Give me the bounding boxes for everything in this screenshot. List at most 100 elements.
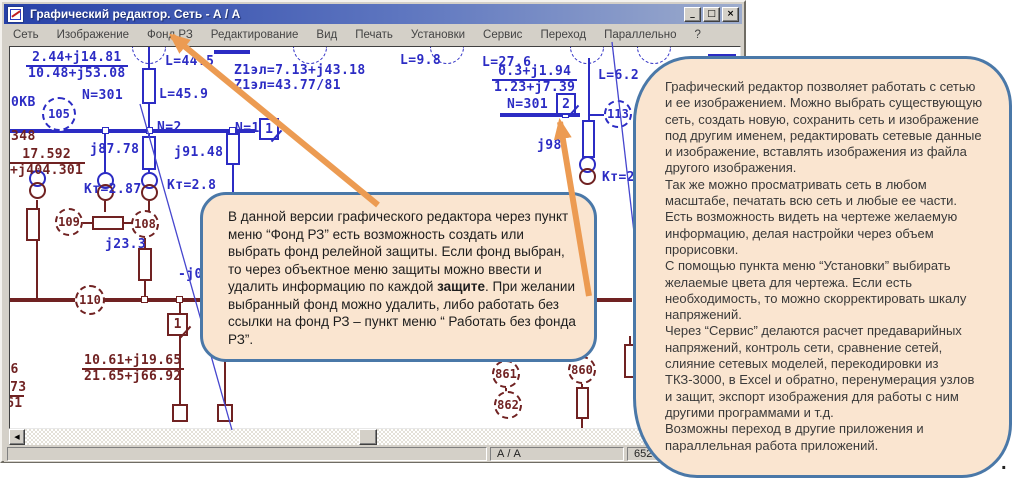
numbered-box[interactable]: 1 [259, 118, 279, 140]
schematic-label: j87.78 [90, 142, 139, 157]
box-slash [180, 326, 192, 338]
close-button[interactable]: × [722, 7, 739, 22]
menu-item-параллельно[interactable]: Параллельно [595, 27, 685, 43]
fraction-top: 0.3+j1.94 [496, 65, 573, 79]
schematic-wire [590, 114, 604, 116]
schematic-fraction: 17.592+j404.301 [9, 148, 85, 178]
schematic-label: N=301 [82, 88, 123, 103]
menu-item-сервис[interactable]: Сервис [474, 27, 531, 43]
scroll-left-button[interactable]: ◀ [9, 429, 25, 445]
callout-fund-rz: В данной версии графического редактора ч… [200, 192, 597, 362]
callout-paragraph: С помощью пункта меню “Установки” выбира… [665, 258, 985, 323]
title-bar: Графический редактор. Сеть - А / А _ □ × [4, 4, 742, 24]
minimize-button[interactable]: _ [684, 7, 701, 22]
transformer-icon [29, 182, 46, 199]
schematic-label: j91.48 [174, 145, 223, 160]
resistor-symbol [142, 68, 156, 104]
callout-editor-text: Графический редактор позволяет работать … [636, 59, 1009, 468]
fraction-top: 173 [9, 381, 28, 395]
node-circle[interactable]: 110 [75, 285, 105, 315]
schematic-label: Кт=2.8 [167, 178, 216, 193]
resistor-symbol [92, 216, 124, 230]
callout-paragraph: Через “Сервис” делаются расчет предавари… [665, 323, 985, 421]
fraction-bottom: 61 [9, 395, 24, 411]
node-circle[interactable]: 105 [42, 97, 76, 131]
menu-item-?[interactable]: ? [685, 27, 709, 43]
callout-paragraph: Графический редактор позволяет работать … [665, 79, 985, 177]
schematic-label: Z1эл=43.77/81 [234, 78, 341, 93]
junction-node [176, 296, 183, 303]
resistor-symbol [226, 133, 240, 165]
schematic-label: 9.6 [9, 362, 19, 377]
schematic-label: N=301 [507, 97, 548, 112]
callout-paragraph: Возможны переход в другие приложения и п… [665, 421, 985, 454]
winding-arc-icon [132, 47, 166, 64]
fraction-bottom: 10.48+j53.08 [26, 65, 128, 81]
transformer-icon [579, 168, 596, 185]
numbered-box[interactable]: 2 [556, 93, 576, 115]
resistor-symbol [582, 120, 595, 158]
schematic-wire [214, 50, 250, 54]
callout-editor-info: Графический редактор позволяет работать … [633, 56, 1012, 478]
ground-symbol [217, 404, 233, 422]
menu-item-печать[interactable]: Печать [346, 27, 402, 43]
status-panel-network: А / А [490, 447, 624, 461]
callout-paragraph: Так же можно просматривать сеть в любом … [665, 177, 985, 210]
junction-node [102, 127, 109, 134]
menu-item-редактирование[interactable]: Редактирование [202, 27, 308, 43]
status-panel-main [7, 447, 487, 461]
schematic-label: N=1 [235, 121, 260, 136]
ground-symbol [172, 404, 188, 422]
callout-bold-term: защите [437, 279, 485, 294]
resistor-symbol [142, 136, 156, 170]
app-icon [7, 6, 24, 23]
fraction-bottom: 21.65+j66.92 [82, 368, 184, 384]
schematic-label: Z1эл=7.13+j43.18 [234, 63, 366, 78]
scrollbar-track[interactable] [25, 429, 725, 445]
junction-node [141, 296, 148, 303]
box-slash [271, 130, 283, 142]
numbered-box[interactable]: 1 [167, 313, 188, 336]
menu-item-сеть[interactable]: Сеть [4, 27, 48, 43]
node-circle[interactable]: 861 [492, 360, 520, 388]
schematic-label: L=45.9 [159, 87, 208, 102]
schematic-fraction: 0.3+j1.941.23+j7.39 [492, 65, 577, 95]
fraction-top: 17.592 [20, 148, 73, 162]
schematic-fraction: 2.44+j14.8110.48+j53.08 [26, 51, 128, 81]
fraction-top: 2.44+j14.81 [30, 51, 123, 65]
winding-arc-icon [293, 47, 327, 64]
schematic-label: N=2 [157, 120, 182, 135]
scrollbar-thumb[interactable] [359, 429, 377, 445]
maximize-button[interactable]: □ [703, 7, 720, 22]
menu-item-установки[interactable]: Установки [402, 27, 474, 43]
schematic-label: j23.3 [105, 237, 146, 252]
schematic-label: L=9.8 [400, 53, 441, 68]
callout-fund-text: В данной версии графического редактора ч… [203, 195, 594, 356]
schematic-wire [629, 336, 631, 344]
page-period: . [1001, 452, 1007, 475]
node-circle[interactable]: 862 [494, 391, 522, 419]
fraction-bottom: 1.23+j7.39 [492, 79, 577, 95]
node-circle[interactable]: 113 [604, 100, 632, 128]
schematic-wire [104, 201, 106, 212]
horizontal-scrollbar[interactable]: ◀ ▶ [9, 429, 741, 445]
callout-paragraph: Есть возможность видеть на чертеже желае… [665, 209, 985, 258]
schematic-label: L=44.5 [165, 54, 214, 69]
window-title: Графический редактор. Сеть - А / А [30, 7, 684, 21]
schematic-label: j98 [537, 138, 562, 153]
node-circle[interactable]: 108 [131, 210, 159, 238]
fraction-bottom: +j404.301 [9, 162, 85, 178]
window-controls: _ □ × [684, 7, 739, 22]
menu-item-переход[interactable]: Переход [531, 27, 595, 43]
menu-item-вид[interactable]: Вид [307, 27, 346, 43]
schematic-label: Кт=2.87 [84, 182, 142, 197]
node-circle[interactable]: 109 [55, 208, 83, 236]
menu-bar: СетьИзображениеФонд РЗРедактированиеВидП… [4, 25, 742, 45]
schematic-wire [9, 129, 255, 133]
menu-item-изображение[interactable]: Изображение [48, 27, 138, 43]
menu-item-фонд-рз[interactable]: Фонд РЗ [138, 27, 202, 43]
fraction-top: 10.61+j19.65 [82, 354, 184, 368]
winding-arc-icon [570, 47, 604, 64]
junction-node [146, 127, 153, 134]
schematic-wire [581, 419, 583, 429]
